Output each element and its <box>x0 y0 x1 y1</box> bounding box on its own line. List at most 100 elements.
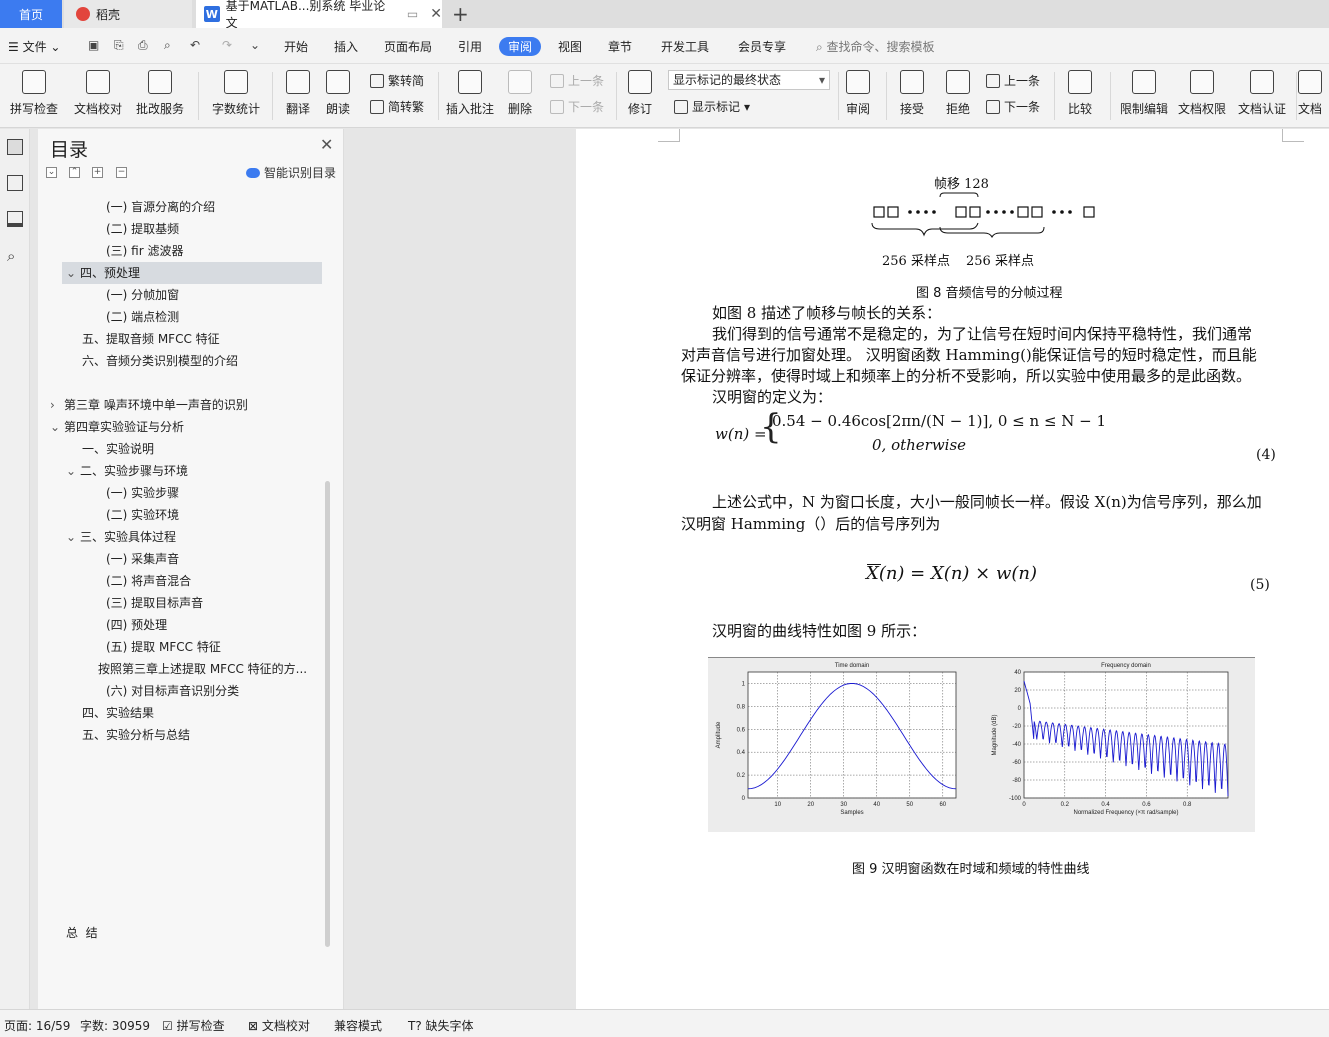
toc-item[interactable]: 总 结 <box>66 922 98 944</box>
toc-item[interactable]: 一、实验说明 <box>82 438 154 460</box>
menu-review[interactable]: 审阅 <box>499 37 542 56</box>
toc-item[interactable]: 五、实验分析与总结 <box>82 724 190 746</box>
undo-icon[interactable]: ↶ <box>190 38 200 52</box>
toc-item[interactable]: (二) 实验环境 <box>106 504 179 526</box>
show-markup-button[interactable]: 显示标记 ▾ <box>674 98 750 115</box>
add-level-icon[interactable]: + <box>92 167 103 178</box>
toc-item[interactable]: (一) 采集声音 <box>106 548 179 570</box>
more-quick-icon[interactable]: ⌄ <box>250 38 260 52</box>
toc-item[interactable]: (三) 提取目标声音 <box>106 592 203 614</box>
prev-comment-button[interactable]: 上一条 <box>550 72 604 89</box>
redo-icon[interactable]: ↷ <box>222 38 232 52</box>
menu-devtools[interactable]: 开发工具 <box>661 38 709 55</box>
figure-9-image: Time domain Samples Amplitude 10 20 30 40 50 60 0… <box>708 657 1255 832</box>
toc-item[interactable]: (二) 将声音混合 <box>106 570 191 592</box>
page-indicator[interactable]: 页面: 16/59 <box>4 1017 70 1034</box>
navigation-icon[interactable] <box>7 175 23 191</box>
toc-item[interactable]: 按照第三章上述提取 MFCC 特征的方... <box>98 658 307 680</box>
toc-item[interactable]: (一) 分帧加窗 <box>106 284 179 306</box>
spell-check-button[interactable]: 拼写检查 <box>4 70 64 117</box>
new-tab-icon[interactable]: + <box>452 2 469 26</box>
toc-item[interactable]: 五、提取音频 MFCC 特征 <box>82 328 220 350</box>
tab-daoke[interactable]: 稻壳 <box>64 0 192 28</box>
y-tick-label: 0.8 <box>737 704 746 710</box>
paragraph-text: 我们得到的信号通常不是稳定的，为了让信号在短时间内保持平稳特性，我们通常 <box>712 325 1253 343</box>
compare-button[interactable]: 比较 <box>1050 70 1110 117</box>
read-aloud-button[interactable]: 朗读 <box>308 70 368 117</box>
bookmark-icon[interactable] <box>7 211 23 227</box>
doc-certify-button[interactable]: 文档认证 <box>1232 70 1292 117</box>
save-icon[interactable]: ▣ <box>88 38 99 52</box>
toc-item[interactable]: (二) 提取基频 <box>106 218 179 240</box>
x-tick-label: 30 <box>840 802 847 808</box>
trad-to-simp-button[interactable]: 繁转简 <box>370 72 424 89</box>
status-proofread[interactable]: ⊠ 文档校对 <box>248 1017 310 1034</box>
track-changes-button[interactable]: 修订 <box>610 70 670 117</box>
toc-item[interactable]: ⌄ 二、实验步骤与环境 <box>66 460 188 482</box>
toc-item[interactable]: (六) 对目标声音识别分类 <box>106 680 239 702</box>
toc-item[interactable]: (二) 端点检测 <box>106 306 179 328</box>
next-change-icon <box>986 99 1000 114</box>
toc-item[interactable]: › 第三章 噪声环境中单一声音的识别 <box>50 394 248 416</box>
toc-panel-icon[interactable] <box>7 139 23 155</box>
y-tick-label: 0 <box>1018 706 1022 712</box>
next-change-button[interactable]: 下一条 <box>986 98 1040 115</box>
toc-item[interactable]: (五) 提取 MFCC 特征 <box>106 636 221 658</box>
menu-chapter[interactable]: 章节 <box>608 38 632 55</box>
command-search[interactable]: ⌕ 查找命令、搜索模板 <box>816 38 935 55</box>
y-tick-label: -80 <box>1012 778 1021 784</box>
y-tick-label: 0.4 <box>737 750 746 756</box>
word-count-indicator[interactable]: 字数: 30959 <box>80 1017 150 1034</box>
status-spell-check[interactable]: ☑ 拼写检查 <box>162 1017 225 1034</box>
markup-state-select[interactable]: 显示标记的最终状态 ▾ <box>668 70 830 90</box>
doc-more-button[interactable]: 文档 <box>1290 70 1329 117</box>
simp-to-trad-icon <box>370 99 384 114</box>
remove-level-icon[interactable]: − <box>116 167 127 178</box>
prev-change-button[interactable]: 上一条 <box>986 72 1040 89</box>
toc-scrollbar[interactable] <box>325 481 330 947</box>
toc-item[interactable]: (一) 实验步骤 <box>106 482 179 504</box>
search-icon[interactable]: ⌕ <box>7 247 23 265</box>
preview-icon[interactable]: ⌕ <box>164 38 171 53</box>
file-menu[interactable]: ☰ 文件 ⌄ <box>8 38 60 55</box>
next-comment-button[interactable]: 下一条 <box>550 98 604 115</box>
menu-reference[interactable]: 引用 <box>458 38 482 55</box>
simp-to-trad-button[interactable]: 简转繁 <box>370 98 424 115</box>
collapse-all-icon[interactable]: ⌄ <box>46 167 57 178</box>
restrict-edit-label: 限制编辑 <box>1119 102 1168 116</box>
compat-mode-indicator[interactable]: 兼容模式 <box>334 1017 382 1034</box>
x-tick-label: 0 <box>1022 802 1026 808</box>
toc-item[interactable]: (一) 盲源分离的介绍 <box>106 196 215 218</box>
export-icon[interactable]: ⎘ <box>114 38 124 53</box>
menu-start[interactable]: 开始 <box>284 38 308 55</box>
paragraph-text: 保证分辨率，使得时域上和频率上的分析不受影响，所以实验中使用最多的是此函数。 <box>681 367 1252 385</box>
doc-permission-button[interactable]: 文档权限 <box>1172 70 1232 117</box>
pin-icon[interactable]: ▭ <box>407 7 418 21</box>
close-tab-icon[interactable]: ✕ <box>430 6 442 22</box>
smart-toc-button[interactable]: 智能识别目录 <box>246 164 336 181</box>
review-pane-button[interactable]: 审阅 <box>828 70 888 117</box>
batch-service-button[interactable]: 批改服务 <box>130 70 190 117</box>
toc-item[interactable]: (三) fir 滤波器 <box>106 240 184 262</box>
toc-item[interactable]: 六、音频分类识别模型的介绍 <box>82 350 238 372</box>
proofread-button[interactable]: 文档校对 <box>68 70 128 117</box>
menu-view[interactable]: 视图 <box>558 38 582 55</box>
menu-insert[interactable]: 插入 <box>334 38 358 55</box>
toc-item[interactable]: ⌄ 三、实验具体过程 <box>66 526 176 548</box>
missing-font-indicator[interactable]: T? 缺失字体 <box>408 1017 474 1034</box>
reject-button[interactable]: 拒绝 <box>928 70 988 117</box>
restrict-edit-button[interactable]: 限制编辑 <box>1114 70 1174 117</box>
close-icon[interactable]: ✕ <box>320 135 333 154</box>
tab-document[interactable]: W 基于MATLAB...别系统 毕业论文 ▭ ✕ <box>196 0 442 30</box>
menu-member[interactable]: 会员专享 <box>738 38 786 55</box>
toc-item-selected[interactable]: ⌄ 四、预处理 <box>66 262 140 284</box>
toc-item[interactable]: (四) 预处理 <box>106 614 167 636</box>
expand-up-icon[interactable]: ⌃ <box>69 167 80 178</box>
print-icon[interactable]: ⎙ <box>138 38 148 53</box>
tab-home[interactable]: 首页 <box>0 0 62 28</box>
toc-item[interactable]: 四、实验结果 <box>82 702 154 724</box>
word-count-button[interactable]: 字数统计 <box>206 70 266 117</box>
menu-layout[interactable]: 页面布局 <box>384 38 432 55</box>
toc-item[interactable]: ⌄ 第四章实验验证与分析 <box>50 416 184 438</box>
delete-comment-button[interactable]: 删除 <box>490 70 550 117</box>
